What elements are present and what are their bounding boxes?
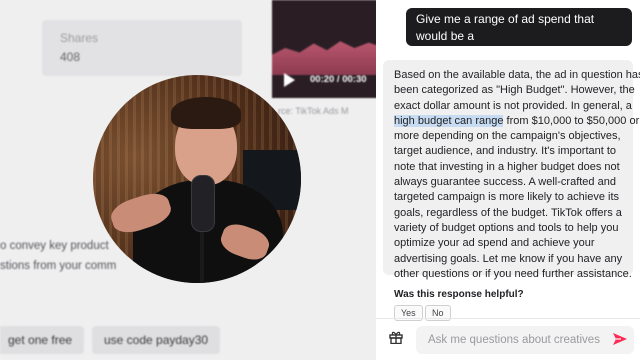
stats-label: Shares — [60, 31, 99, 45]
send-icon[interactable] — [612, 331, 628, 347]
response-line: been categorized as "High Budget". Howev… — [394, 84, 635, 97]
user-message-line: Give me a range of ad spend that would b… — [416, 12, 595, 43]
assistant-response-text: Based on the available data, the ad in q… — [394, 68, 640, 282]
promo-chip[interactable]: get one free — [0, 326, 85, 354]
divider — [376, 318, 640, 319]
video-time: 00:20 / 00:30 — [310, 74, 367, 85]
gift-icon[interactable] — [389, 330, 403, 344]
chat-input[interactable] — [416, 326, 634, 354]
stats-value: 408 — [60, 50, 81, 64]
stats-card — [42, 20, 242, 76]
response-line: other questions or if you need further a… — [394, 267, 632, 280]
response-line: target audience, and industry. It's impo… — [394, 145, 617, 158]
microphone — [191, 175, 215, 232]
response-line: goals, regardless of the budget. TikTok … — [394, 206, 622, 219]
presenter-webcam — [93, 75, 301, 283]
user-message-bubble: Give me a range of ad spend that would b… — [406, 8, 632, 60]
response-line: variety of budget options and tools to h… — [394, 221, 619, 234]
response-line: optimize your ad spend and achieve your — [394, 237, 595, 250]
feedback-question: Was this response helpful? — [394, 289, 524, 300]
promo-chip[interactable]: use code payday30 — [92, 326, 221, 354]
response-line: Based on the available data, the ad in q… — [394, 69, 640, 81]
response-line: advertising goals. Let me know if you ha… — [394, 252, 623, 265]
response-line: more depending on the campaign's objecti… — [394, 130, 621, 143]
response-line: always guarantee success. A well-crafted… — [394, 176, 616, 189]
video-frame — [272, 41, 380, 75]
highlighted-selection: high budget can range — [394, 114, 504, 127]
mic-stand — [200, 225, 204, 283]
presenter-hair — [171, 97, 241, 129]
response-line: note that investing in a higher budget d… — [394, 160, 620, 173]
response-line: exact dollar amount is not provided. In … — [394, 99, 632, 112]
response-line: high budget can range from $10,000 to $5… — [394, 114, 640, 127]
response-line: targeted campaign is more likely to achi… — [394, 191, 619, 204]
